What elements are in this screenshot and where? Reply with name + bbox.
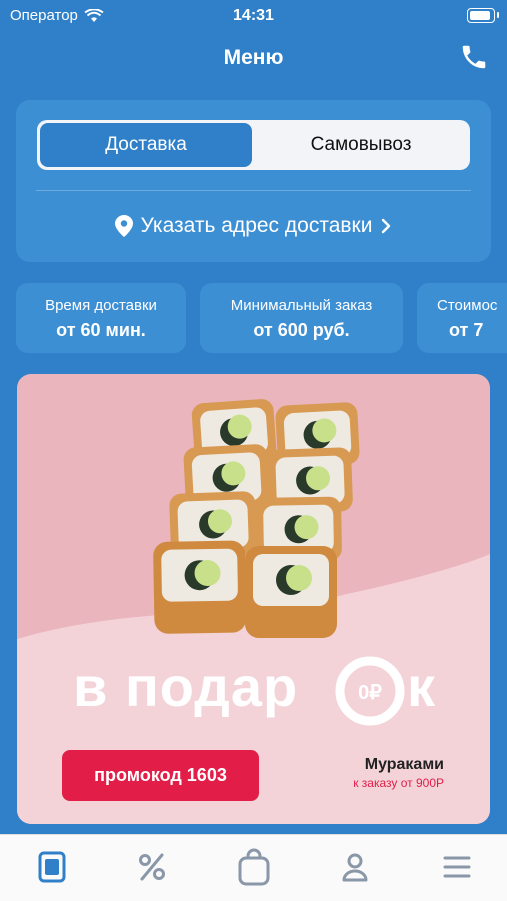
location-pin-icon [114,215,133,237]
percent-icon [139,853,165,881]
phone-icon[interactable] [459,42,489,72]
clock: 14:31 [233,7,274,24]
coin-text: 0₽ [358,682,382,704]
info-cards-row[interactable]: Время доставки от 60 мин. Минимальный за… [16,283,507,353]
info-card-delivery-time: Время доставки от 60 мин. [16,283,186,353]
hamburger-icon [443,856,471,878]
tab-profile[interactable] [325,845,385,889]
address-button[interactable]: Указать адрес доставки [16,208,491,244]
info-card-value: от 7 [449,320,484,340]
brand-block: Мураками к заказу от 900Р [353,756,444,790]
divider [36,190,471,191]
chevron-right-icon [382,218,391,234]
tab-menu[interactable] [22,845,82,889]
nav-bar: Меню [0,38,507,78]
info-card-value: от 600 руб. [253,320,350,340]
sushi-image [153,399,360,638]
info-card-value: от 60 мин. [56,320,146,340]
profile-icon [342,853,368,882]
coin-icon: 0₽ [335,656,405,726]
address-label: Указать адрес доставки [140,214,373,237]
banner-headline: в подар 0₽ к [73,652,453,732]
headline-text: в подар [73,655,299,718]
tab-bar [0,834,507,901]
tab-pickup[interactable]: Самовывоз [255,123,467,167]
menu-icon [38,851,66,883]
info-card-label: Минимальный заказ [230,297,373,314]
info-card-label: Стоимос [437,297,498,314]
tab-promotions[interactable] [122,845,182,889]
brand-name: Мураками [364,756,444,773]
headline-end: к [407,655,436,718]
delivery-mode-toggle: Доставка Самовывоз [37,120,470,170]
tab-more[interactable] [427,845,487,889]
promo-code-button[interactable]: промокод 1603 [62,750,259,801]
bag-icon [238,848,270,886]
battery-icon [467,8,499,23]
delivery-card: Доставка Самовывоз Указать адрес доставк… [16,100,491,262]
tab-delivery[interactable]: Доставка [40,123,252,167]
page-title: Меню [223,46,284,69]
info-card-label: Время доставки [45,297,157,314]
promo-banner[interactable]: в подар 0₽ к промокод 1603 Мураками к за… [17,374,490,824]
brand-condition: к заказу от 900Р [353,776,444,790]
info-card-delivery-cost: Стоимос от 7 [417,283,507,353]
info-card-min-order: Минимальный заказ от 600 руб. [200,283,403,353]
status-bar: Оператор 14:31 [0,0,507,32]
tab-cart[interactable] [224,845,284,889]
